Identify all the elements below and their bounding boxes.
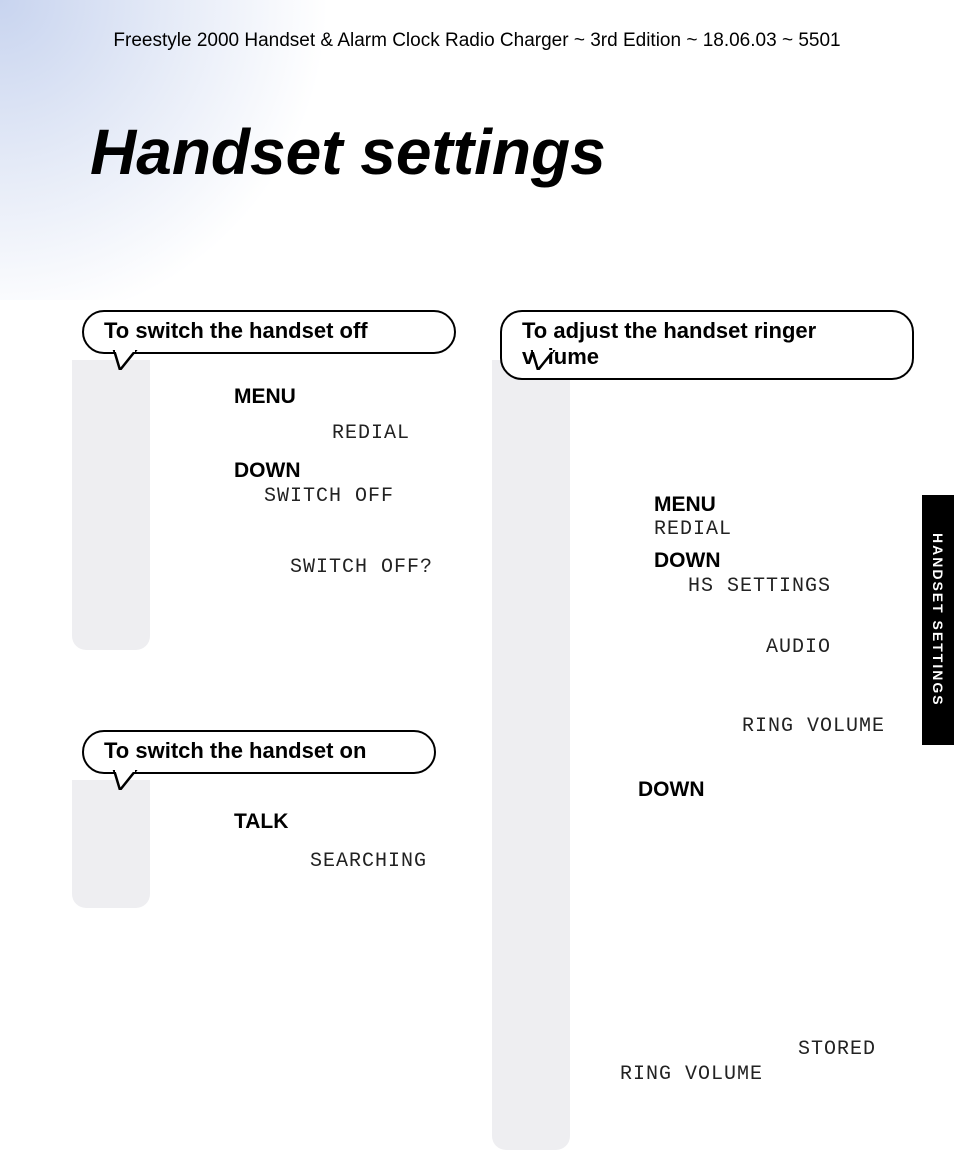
label-down: DOWN	[234, 459, 301, 483]
lcd-ring-volume: RING VOLUME	[742, 715, 885, 738]
lcd-audio: AUDIO	[766, 636, 831, 659]
lcd-stored: STORED	[798, 1038, 876, 1061]
bubble-switch-off: To switch the handset off	[82, 310, 456, 354]
bubble-ringer-volume: To adjust the handset ringer volume	[500, 310, 914, 380]
side-tab: HANDSET SETTINGS	[922, 495, 954, 745]
lcd-hs-settings: HS SETTINGS	[688, 575, 831, 598]
page-title: Handset settings	[90, 115, 606, 189]
lcd-searching: SEARCHING	[310, 850, 427, 873]
button-rail-on	[72, 780, 150, 908]
lcd-ring-volume: RING VOLUME	[620, 1063, 763, 1086]
lcd-switch-off: SWITCH OFF	[264, 485, 394, 508]
lcd-redial: REDIAL	[654, 518, 732, 541]
label-talk: TALK	[234, 810, 288, 834]
bubble-tail	[112, 350, 138, 370]
bubble-switch-on: To switch the handset on	[82, 730, 436, 774]
label-menu: MENU	[654, 493, 716, 517]
label-down: DOWN	[638, 778, 705, 802]
button-rail-volume	[492, 360, 570, 1150]
label-menu: MENU	[234, 385, 296, 409]
bubble-tail	[112, 770, 138, 790]
page-header: Freestyle 2000 Handset & Alarm Clock Rad…	[0, 30, 954, 52]
lcd-switch-off-q: SWITCH OFF?	[290, 556, 433, 579]
bubble-tail	[530, 350, 556, 370]
button-rail-off	[72, 360, 150, 650]
lcd-redial: REDIAL	[332, 422, 410, 445]
label-down: DOWN	[654, 549, 721, 573]
